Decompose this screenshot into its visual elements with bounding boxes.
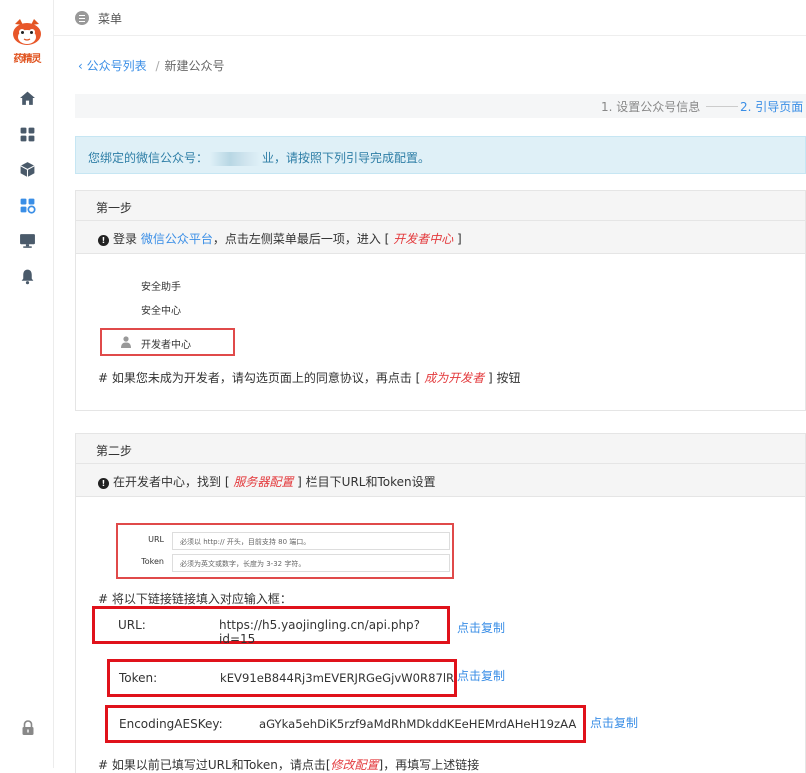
bell-icon[interactable] [19,268,36,285]
url-label: URL: [118,618,146,632]
step-one-panel: 第一步 ! 登录 微信公众平台，点击左侧菜单最后一项，进入 [ 开发者中心 ] 安… [75,190,806,411]
aes-box: EncodingAESKey: aGYka5ehDiK5rzf9aMdRhMDk… [105,705,586,743]
step-1: 1. 设置公众号信息 [601,100,701,114]
copy-aes-link[interactable]: 点击复制 [590,714,638,731]
menu-icon[interactable] [75,11,89,25]
token-field-label: Token [141,557,164,566]
token-field-hint: 必须为英文或数字，长度为 3-32 字符。 [180,560,306,568]
instruction-pre: 在开发者中心，找到 [ [113,475,230,489]
step-two-instruction: ! 在开发者中心，找到 [ 服务器配置 ] 栏目下URL和Token设置 [76,464,805,497]
cube-icon[interactable] [19,161,36,178]
modify-config-text: 修改配置 [330,758,379,772]
instruction-post: ] [457,232,462,246]
logo[interactable]: 药精灵 [9,18,45,65]
token-field-box: 必须为英文或数字，长度为 3-32 字符。 [172,554,450,572]
breadcrumb-back-link[interactable]: ‹ 公众号列表 [78,59,150,73]
grid-icon[interactable] [19,126,36,143]
info-icon: ! [98,478,109,489]
info-alert: 您绑定的微信公众号： 业，请按照下列引导完成配置。 [75,136,806,174]
breadcrumb: ‹ 公众号列表 / 新建公众号 [78,57,225,74]
bottom-note: # 如果以前已填写过URL和Token，请点击[修改配置]，再填写上述链接 [98,756,479,773]
alert-name-tail: 业 [262,151,275,165]
token-field-row: Token 必须为英文或数字，长度为 3-32 字符。 [122,554,450,572]
screenshot-menu-item-active: 开发者中心 [141,340,191,351]
dev-center-text: 开发者中心 [393,232,454,246]
wechat-platform-link[interactable]: 微信公众平台 [141,232,213,246]
server-config-text: 服务器配置 [233,475,294,489]
alert-text: 您绑定的微信公众号： 业，请按照下列引导完成配置。 [88,149,430,166]
logo-text: 药精灵 [13,54,42,65]
bottom-note-post: ]，再填写上述链接 [378,758,480,772]
note-pre: # 如果您未成为开发者，请勾选页面上的同意协议，再点击 [ [98,371,421,385]
aes-value[interactable]: aGYka5ehDiK5rzf9aMdRhMDkddKEeHEMrdAHeH19… [259,717,576,731]
apps-settings-icon[interactable] [19,197,36,214]
url-field-hint: 必须以 http:// 开头，目前支持 80 端口。 [180,538,311,546]
token-box: Token: kEV91eB844Rj3mEVERJRGeGjvW0R87lR [107,659,457,697]
step-one-note: # 如果您未成为开发者，请勾选页面上的同意协议，再点击 [ 成为开发者 ] 按钮 [98,369,521,386]
chevron-left-icon: ‹ [78,59,83,73]
token-value[interactable]: kEV91eB844Rj3mEVERJRGeGjvW0R87lR [220,671,454,685]
monitor-icon[interactable] [19,232,36,249]
step-connector [706,106,738,107]
note-post: ] 按钮 [488,371,521,385]
alert-suffix: ，请按照下列引导完成配置。 [274,151,431,165]
fill-note: # 将以下链接链接填入对应输入框： [98,592,292,606]
redacted-name [210,151,261,166]
step-one-instruction: ! 登录 微信公众平台，点击左侧菜单最后一项，进入 [ 开发者中心 ] [76,221,805,254]
dev-center-highlight: 开发者中心 [100,328,235,356]
aes-label: EncodingAESKey: [119,717,223,731]
menu-label[interactable]: 菜单 [98,10,122,27]
url-field-row: URL 必须以 http:// 开头，目前支持 80 端口。 [122,532,450,550]
token-label: Token: [119,671,158,685]
become-developer-text: 成为开发者 [424,371,485,385]
breadcrumb-current: 新建公众号 [164,59,225,73]
instruction-post: ] 栏目下URL和Token设置 [297,475,436,489]
breadcrumb-parent[interactable]: 公众号列表 [87,59,147,73]
logo-mascot-icon [13,19,41,45]
screenshot-menu-item: 安全中心 [141,306,181,317]
step-two-panel: 第二步 ! 在开发者中心，找到 [ 服务器配置 ] 栏目下URL和Token设置 … [75,433,806,773]
url-field-label: URL [148,535,164,544]
step-2: 2. 引导页面 [740,100,804,114]
instruction-pre: 登录 [113,232,138,246]
copy-token-link[interactable]: 点击复制 [457,667,505,684]
server-config-screenshot: URL 必须以 http:// 开头，目前支持 80 端口。 Token 必须为… [116,523,454,579]
info-icon: ! [98,235,109,246]
instruction-mid: ，点击左侧菜单最后一项，进入 [ [212,232,390,246]
bottom-note-pre: # 如果以前已填写过URL和Token，请点击[ [98,758,331,772]
url-box: URL: https://h5.yaojingling.cn/api.php?i… [92,606,450,646]
step-one-title: 第一步 [76,191,805,221]
user-icon [121,336,131,348]
sidebar: 药精灵 [0,0,54,768]
url-value[interactable]: https://h5.yaojingling.cn/api.php?id=15 [219,618,447,646]
steps-bar: 1. 设置公众号信息 2. 引导页面 [75,94,806,118]
copy-url-link[interactable]: 点击复制 [457,619,505,636]
alert-prefix: 您绑定的微信公众号： [88,151,209,165]
screenshot-menu-item: 安全助手 [141,282,181,293]
lock-icon[interactable] [21,720,35,736]
breadcrumb-separator: / [155,59,160,73]
home-icon[interactable] [19,90,36,107]
step-two-title: 第二步 [76,434,805,464]
top-header: 菜单 [54,0,806,36]
url-field-box: 必须以 http:// 开头，目前支持 80 端口。 [172,532,450,550]
